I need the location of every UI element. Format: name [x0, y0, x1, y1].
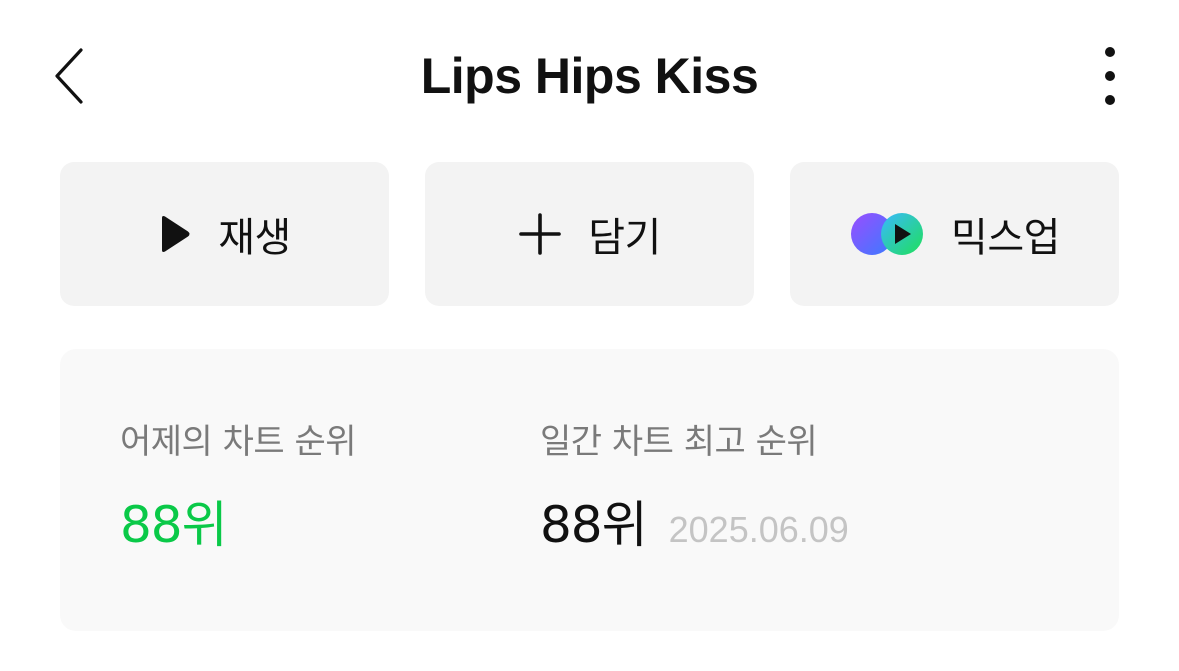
add-to-playlist-button[interactable]: 담기 — [425, 162, 754, 306]
daily-peak-date: 2025.06.09 — [668, 509, 849, 550]
yesterday-rank-label: 어제의 차트 순위 — [120, 422, 357, 462]
yesterday-rank-row: 88위 — [120, 495, 356, 555]
song-title: Lips Hips Kiss — [420, 48, 759, 104]
play-button[interactable]: 재생 — [60, 162, 389, 306]
play-label: 재생 — [218, 215, 291, 261]
more-options-button[interactable] — [1080, 40, 1140, 112]
play-icon — [158, 214, 192, 254]
add-label: 담기 — [588, 215, 661, 261]
daily-peak-rank-label: 일간 차트 최고 순위 — [540, 422, 818, 462]
mixup-label: 믹스업 — [951, 215, 1060, 261]
yesterday-rank-value: 88위 — [120, 496, 228, 554]
more-vertical-icon — [1105, 47, 1115, 105]
mixup-button[interactable]: 믹스업 — [790, 162, 1119, 306]
chart-rank-card: 어제의 차트 순위 88위 일간 차트 최고 순위 88위 2025.06.09 — [60, 349, 1119, 631]
yesterday-rank: 어제의 차트 순위 88위 — [120, 417, 357, 555]
plus-icon — [518, 212, 562, 256]
daily-peak-rank-row: 88위 2025.06.09 — [540, 495, 849, 555]
daily-peak-rank-value: 88위 — [540, 496, 648, 554]
daily-peak-rank: 일간 차트 최고 순위 88위 2025.06.09 — [540, 417, 849, 555]
top-bar: Lips Hips Kiss — [0, 0, 1179, 150]
mixup-logo-icon — [849, 211, 925, 257]
